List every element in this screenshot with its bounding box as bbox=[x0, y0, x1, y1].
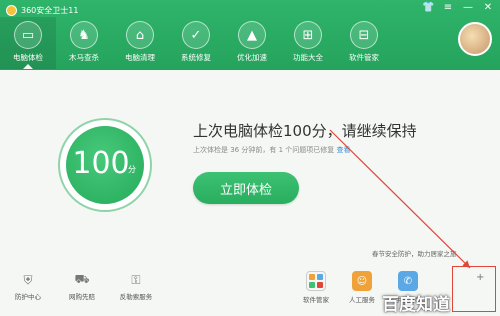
watermark: 百度知道 bbox=[382, 295, 450, 315]
skin-icon[interactable]: 👕 bbox=[422, 1, 434, 15]
lock-icon: ⚿ bbox=[131, 272, 141, 287]
bottom-right-label: 人工服务 bbox=[349, 296, 375, 304]
shopping-compensation-button[interactable]: ⛟ 网购先赔 bbox=[62, 272, 102, 301]
subline-text: 上次体检是 36 分钟前，有 1 个问题项已修复 bbox=[193, 146, 337, 154]
view-details-link[interactable]: 查看 bbox=[337, 146, 351, 154]
shield-icon: ⛨ bbox=[23, 272, 33, 287]
bottom-left-label: 网购先赔 bbox=[69, 293, 95, 301]
monitor-icon: ▭ bbox=[14, 21, 42, 49]
rocket-icon: ▲ bbox=[238, 21, 266, 49]
bottom-left-label: 防护中心 bbox=[15, 293, 41, 301]
bottom-left-toolbar: ⛨ 防护中心 ⛟ 网购先赔 ⚿ 反勒索服务 bbox=[8, 272, 156, 301]
nav-label: 电脑体检 bbox=[13, 53, 43, 62]
broom-icon: ⌂ bbox=[126, 21, 154, 49]
close-icon[interactable]: ✕ bbox=[482, 1, 494, 15]
score-value: 100 bbox=[72, 146, 130, 181]
checkup-headline: 上次电脑体检100分，请继续保持 bbox=[193, 122, 417, 140]
software-manager-shortcut[interactable]: 软件管家 bbox=[298, 271, 334, 304]
minimize-icon[interactable]: — bbox=[462, 1, 474, 15]
app-grid-icon: ⊟ bbox=[350, 21, 378, 49]
nav-label: 功能大全 bbox=[293, 53, 323, 62]
start-checkup-button[interactable]: 立即体检 bbox=[193, 172, 299, 204]
promo-text[interactable]: 春节安全防护，助力居家之旅 bbox=[372, 248, 457, 258]
grid-icon: ⊞ bbox=[294, 21, 322, 49]
app-title: 360安全卫士11 bbox=[21, 5, 79, 15]
title-bar: 360安全卫士11 bbox=[6, 3, 78, 17]
app-grid-icon bbox=[306, 271, 326, 291]
nav-label: 系统修复 bbox=[181, 53, 211, 62]
nav-label: 电脑清理 bbox=[125, 53, 155, 62]
checkup-subline: 上次体检是 36 分钟前，有 1 个问题项已修复 查看 bbox=[193, 145, 351, 155]
horse-icon: ♞ bbox=[70, 21, 98, 49]
nav-item-trojan-scan[interactable]: ♞ 木马查杀 bbox=[56, 17, 112, 69]
nav-item-cleanup[interactable]: ⌂ 电脑清理 bbox=[112, 17, 168, 69]
nav-label: 优化加速 bbox=[237, 53, 267, 62]
nav-item-system-repair[interactable]: ✓ 系统修复 bbox=[168, 17, 224, 69]
nav-item-features[interactable]: ⊞ 功能大全 bbox=[280, 17, 336, 69]
protection-center-button[interactable]: ⛨ 防护中心 bbox=[8, 272, 48, 302]
cart-icon: ⛟ bbox=[74, 272, 90, 286]
phone-assistant-icon: ✆ bbox=[398, 271, 418, 291]
more-tools-highlight[interactable] bbox=[452, 266, 496, 312]
app-logo-icon bbox=[6, 4, 17, 16]
nav-item-speedup[interactable]: ▲ 优化加速 bbox=[224, 17, 280, 69]
score-unit: 分 bbox=[128, 165, 136, 174]
menu-icon[interactable]: ≡ bbox=[442, 1, 454, 15]
header: 360安全卫士11 👕 ≡ — ✕ ▭ 电脑体检 ♞ 木马查杀 ⌂ 电脑清理 ✓… bbox=[0, 0, 500, 70]
window-controls: 👕 ≡ — ✕ bbox=[422, 1, 494, 15]
shield-check-icon: ✓ bbox=[182, 21, 210, 49]
nav-item-software-manager[interactable]: ⊟ 软件管家 bbox=[336, 17, 392, 69]
avatar[interactable] bbox=[458, 22, 492, 56]
score-circle: 100 分 bbox=[66, 126, 144, 204]
anti-ransom-button[interactable]: ⚿ 反勒索服务 bbox=[116, 272, 156, 302]
manual-service-shortcut[interactable]: ☺ 人工服务 bbox=[344, 271, 380, 304]
nav-label: 木马查杀 bbox=[69, 53, 99, 62]
main-nav: ▭ 电脑体检 ♞ 木马查杀 ⌂ 电脑清理 ✓ 系统修复 ▲ 优化加速 ⊞ 功能大… bbox=[0, 17, 392, 69]
score-ring: 100 分 bbox=[58, 118, 152, 212]
more-tools-icon[interactable]: + bbox=[476, 272, 484, 283]
support-person-icon: ☺ bbox=[352, 271, 372, 291]
bottom-right-label: 软件管家 bbox=[303, 296, 329, 304]
nav-item-checkup[interactable]: ▭ 电脑体检 bbox=[0, 17, 56, 69]
nav-label: 软件管家 bbox=[349, 53, 379, 62]
bottom-left-label: 反勒索服务 bbox=[119, 293, 153, 301]
